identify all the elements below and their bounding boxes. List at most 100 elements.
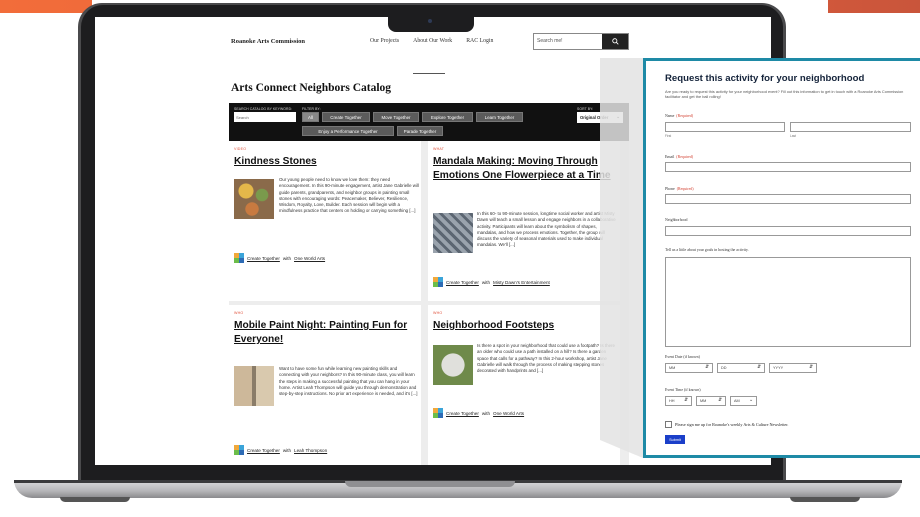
sort-label: SORT BY:: [577, 107, 594, 111]
date-year-select[interactable]: YYYY ⇵: [769, 363, 817, 373]
create-together-icon: [433, 408, 443, 418]
time-ampm-select[interactable]: AM ⌄: [730, 396, 757, 406]
card-thumbnail[interactable]: [433, 345, 473, 385]
card-title[interactable]: Mandala Making: Moving Through Emotions …: [433, 155, 619, 183]
create-together-icon: [234, 445, 244, 455]
goals-label: Tell us a little about your goals in hos…: [665, 248, 749, 252]
site-search-input[interactable]: Search me!: [537, 38, 563, 44]
filter-enjoy-performance[interactable]: Enjoy a Performance Together: [302, 126, 394, 136]
filter-create-together[interactable]: Create Together: [322, 112, 370, 122]
filter-parade-together[interactable]: Parade Together: [397, 126, 443, 136]
card-byline: Create Together with Leah Thompson: [234, 445, 327, 455]
nav-about-our-work[interactable]: About Our Work: [413, 38, 452, 44]
last-name-field[interactable]: [790, 122, 911, 132]
spinner-icon: ⇵: [808, 365, 813, 370]
date-month-select[interactable]: MM ⇵: [665, 363, 713, 373]
card-category-link[interactable]: Create Together: [247, 448, 280, 453]
nav-our-projects[interactable]: Our Projects: [370, 38, 399, 44]
spinner-icon: ⇵: [704, 365, 709, 370]
time-hour-select[interactable]: HH ⇵: [665, 396, 692, 406]
time-minute-select[interactable]: MM ⇵: [696, 396, 726, 406]
card-description: Is there a spot in your neighborhood tha…: [477, 343, 615, 374]
card-partner-link[interactable]: Leah Thompson: [294, 448, 327, 453]
first-name-field[interactable]: [665, 122, 785, 132]
sort-select[interactable]: Original Order ⌄: [577, 112, 623, 123]
date-day-select[interactable]: DD ⇵: [717, 363, 765, 373]
nav-rac-login[interactable]: RAC Login: [466, 38, 493, 44]
card-description: Our young people need to know we love th…: [279, 177, 419, 214]
create-together-icon: [234, 253, 244, 263]
card-thumbnail[interactable]: [433, 213, 473, 253]
card-with-text: with: [481, 279, 491, 285]
filter-all[interactable]: All: [302, 112, 319, 122]
card-with-text: with: [481, 410, 491, 416]
card-title[interactable]: Mobile Paint Night: Painting Fun for Eve…: [234, 319, 420, 347]
card-description: In this 60- to 90-minute session, longti…: [477, 211, 616, 248]
newsletter-label: Please sign me up for Roanoke's weekly A…: [675, 422, 789, 427]
request-form: Request this activity for your neighborh…: [643, 58, 920, 458]
card-title[interactable]: Kindness Stones: [234, 155, 420, 169]
catalog-grid: VIDEO Kindness Stones Our young people n…: [229, 141, 629, 465]
filter-label: FILTER BY:: [302, 107, 321, 111]
card-category-link[interactable]: Create Together: [446, 280, 479, 285]
camera-icon: [428, 19, 432, 23]
card-thumbnail[interactable]: [234, 366, 274, 406]
catalog-card: VIDEO Kindness Stones Our young people n…: [229, 141, 421, 301]
spinner-icon: ⇵: [683, 398, 688, 403]
spinner-icon: ⇵: [756, 365, 761, 370]
first-sublabel: First: [665, 134, 672, 138]
spinner-icon: ⇵: [717, 398, 722, 403]
event-date-label: Event Date (if known): [665, 355, 700, 359]
marketing-image: Roanoke Arts Commission Our Projects Abo…: [0, 0, 920, 517]
goals-textarea[interactable]: [665, 257, 911, 347]
neighborhood-label: Neighborhood: [665, 218, 688, 222]
site-brand[interactable]: Roanoke Arts Commission: [231, 38, 305, 45]
sort-value: Original Order: [580, 115, 609, 120]
phone-field[interactable]: [665, 194, 911, 204]
card-tag: WHAT: [433, 147, 445, 151]
card-byline: Create Together with One World Arts: [234, 253, 325, 263]
card-partner-link[interactable]: Misty Dawn's Entertainment: [493, 280, 550, 285]
create-together-icon: [433, 277, 443, 287]
catalog-search-input[interactable]: Search: [234, 112, 296, 122]
page-title: Arts Connect Neighbors Catalog: [231, 82, 392, 94]
card-description: Want to have some fun while learning new…: [279, 366, 418, 397]
event-time-label: Event Time (if known): [665, 388, 701, 392]
card-byline: Create Together with Misty Dawn's Entert…: [433, 277, 550, 287]
search-icon: [611, 38, 619, 45]
card-category-link[interactable]: Create Together: [247, 256, 280, 261]
filter-learn-together[interactable]: Learn Together: [476, 112, 523, 122]
chevron-down-icon: ⌄: [748, 398, 753, 403]
card-partner-link[interactable]: One World Arts: [493, 411, 524, 416]
filter-bar: SEARCH CATALOG BY KEYWORD: Search FILTER…: [229, 103, 629, 141]
card-tag: WHO: [433, 311, 443, 315]
card-partner-link[interactable]: One World Arts: [294, 256, 325, 261]
card-category-link[interactable]: Create Together: [446, 411, 479, 416]
email-field[interactable]: [665, 162, 911, 172]
site-nav: Our Projects About Our Work RAC Login: [370, 38, 493, 44]
chevron-down-icon: ⌄: [616, 114, 620, 119]
card-thumbnail[interactable]: [234, 179, 274, 219]
name-label: Name (Required): [665, 114, 694, 118]
card-byline: Create Together with One World Arts: [433, 408, 524, 418]
form-title: Request this activity for your neighborh…: [665, 73, 865, 84]
card-with-text: with: [282, 255, 292, 261]
card-tag: WHO: [234, 311, 244, 315]
form-intro: Are you ready to request this activity f…: [665, 89, 904, 100]
filter-move-together[interactable]: Move Together: [373, 112, 419, 122]
site-search: Search me!: [533, 33, 629, 50]
divider: [413, 73, 445, 74]
submit-button[interactable]: Submit: [665, 435, 685, 444]
catalog-card: WHAT Mandala Making: Moving Through Emot…: [428, 141, 620, 301]
filter-explore-together[interactable]: Explore Together: [422, 112, 473, 122]
card-title[interactable]: Neighborhood Footsteps: [433, 319, 619, 333]
card-tag: VIDEO: [234, 147, 247, 151]
newsletter-checkbox[interactable]: [665, 421, 672, 428]
card-with-text: with: [282, 447, 292, 453]
neighborhood-field[interactable]: [665, 226, 911, 236]
search-button[interactable]: [602, 34, 628, 49]
last-sublabel: Last: [790, 134, 797, 138]
catalog-card: WHO Neighborhood Footsteps Is there a sp…: [428, 305, 620, 465]
email-label: Email (Required): [665, 155, 694, 159]
phone-label: Phone (Required): [665, 187, 694, 191]
